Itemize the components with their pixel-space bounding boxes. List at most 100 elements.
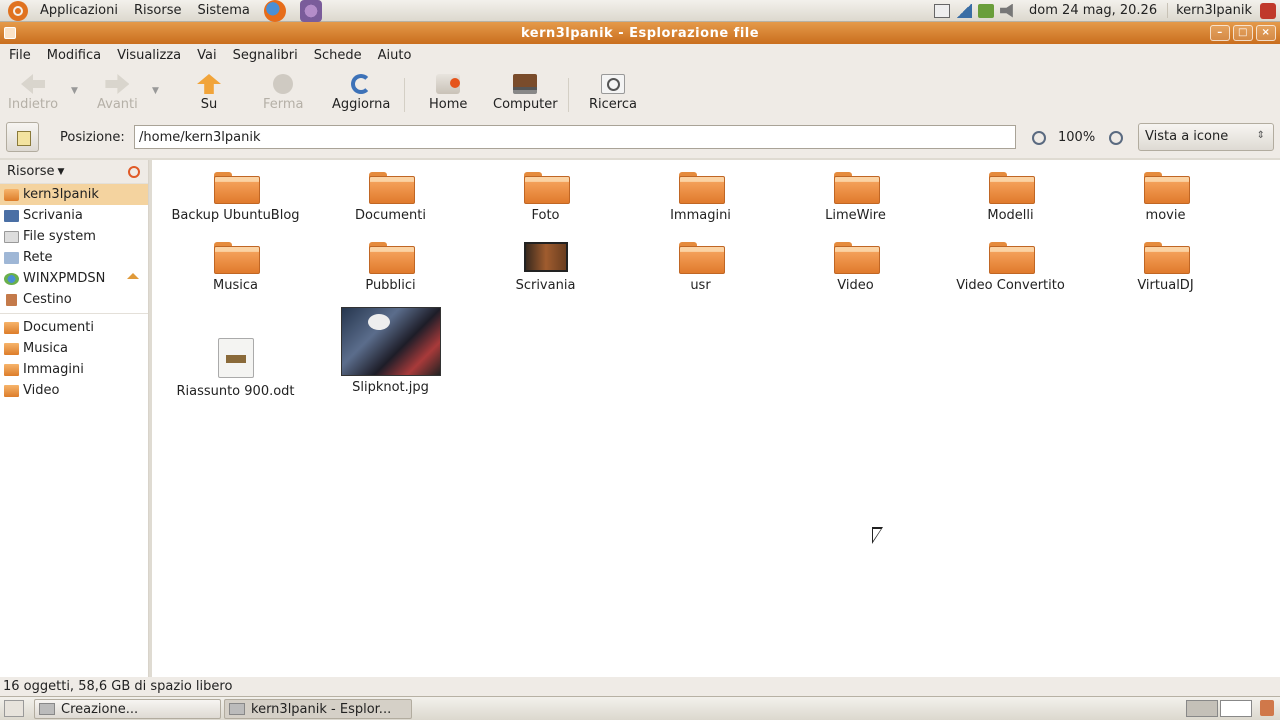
windows-drive-icon: [4, 272, 19, 285]
file-item[interactable]: Video: [778, 242, 933, 293]
file-item[interactable]: Scrivania: [468, 242, 623, 293]
file-item[interactable]: VirtualDJ: [1088, 242, 1243, 293]
eject-icon[interactable]: [127, 273, 139, 279]
sidebar: Risorse ▼ kern3lpanik Scrivania File sys…: [0, 160, 149, 677]
window-titlebar[interactable]: kern3lpanik - Esplorazione file – □ ×: [0, 22, 1280, 44]
mouse-cursor-icon: [872, 527, 883, 544]
menu-sistema[interactable]: Sistema: [189, 0, 257, 21]
forward-button[interactable]: Avanti: [97, 74, 138, 112]
forward-history-dropdown[interactable]: ▼: [152, 86, 159, 96]
stop-icon: [273, 74, 294, 94]
file-item[interactable]: Slipknot.jpg: [313, 307, 468, 395]
sidebar-separator: [0, 313, 148, 314]
location-edit-toggle-button[interactable]: [6, 122, 39, 152]
close-button[interactable]: ×: [1256, 25, 1276, 41]
menu-file[interactable]: File: [0, 48, 39, 63]
menu-risorse[interactable]: Risorse: [126, 0, 190, 21]
file-item[interactable]: Musica: [158, 242, 313, 293]
sidebar-item-label: File system: [23, 229, 96, 244]
file-label: VirtualDJ: [1137, 278, 1194, 293]
zoom-out-icon[interactable]: [1031, 130, 1047, 146]
menu-modifica[interactable]: Modifica: [39, 48, 109, 63]
maximize-button[interactable]: □: [1233, 25, 1253, 41]
location-input[interactable]: [134, 125, 1016, 149]
sidebar-header-label: Risorse: [7, 164, 55, 179]
zoom-level[interactable]: 100%: [1058, 130, 1095, 145]
home-button[interactable]: Home: [429, 74, 467, 112]
minimize-button[interactable]: –: [1210, 25, 1230, 41]
sidebar-close-icon[interactable]: [128, 166, 140, 178]
image-thumbnail: [340, 307, 441, 376]
stop-button[interactable]: Ferma: [263, 74, 304, 112]
menu-visualizza[interactable]: Visualizza: [109, 48, 189, 63]
menu-applicazioni[interactable]: Applicazioni: [32, 0, 126, 21]
computer-icon: [513, 74, 538, 94]
taskbar-item-creazione[interactable]: Creazione...: [34, 699, 221, 719]
folder-icon: [4, 363, 19, 376]
file-item[interactable]: Immagini: [623, 172, 778, 223]
update-manager-icon[interactable]: [978, 3, 995, 18]
file-icon-view[interactable]: Backup UbuntuBlog Documenti Foto Immagin…: [152, 160, 1280, 677]
file-label: Slipknot.jpg: [352, 380, 429, 395]
workspace-1[interactable]: [1186, 700, 1218, 717]
up-button[interactable]: Su: [197, 74, 221, 112]
network-icon: [4, 251, 19, 264]
file-item[interactable]: Documenti: [313, 172, 468, 223]
file-item[interactable]: Video Convertito: [933, 242, 1088, 293]
show-desktop-button[interactable]: [4, 700, 24, 717]
menu-aiuto[interactable]: Aiuto: [370, 48, 420, 63]
file-item[interactable]: LimeWire: [778, 172, 933, 223]
bottom-panel: Creazione... kern3lpanik - Esplor...: [0, 696, 1280, 720]
taskbar-item-file-browser[interactable]: kern3lpanik - Esplor...: [224, 699, 412, 719]
workspace-2[interactable]: [1220, 700, 1252, 717]
sidebar-item-winxpmdsn[interactable]: WINXPMDSN: [0, 268, 148, 289]
sidebar-item-filesystem[interactable]: File system: [0, 226, 148, 247]
file-item[interactable]: Foto: [468, 172, 623, 223]
ubuntu-logo-icon[interactable]: [8, 0, 28, 21]
sidebar-bookmark-documenti[interactable]: Documenti: [0, 317, 148, 338]
sidebar-item-scrivania[interactable]: Scrivania: [0, 205, 148, 226]
menu-segnalibri[interactable]: Segnalibri: [225, 48, 306, 63]
sidebar-bookmark-video[interactable]: Video: [0, 380, 148, 401]
folder-icon: [4, 384, 19, 397]
zoom-in-icon[interactable]: [1108, 130, 1124, 146]
menu-vai[interactable]: Vai: [189, 48, 224, 63]
file-label: Immagini: [670, 208, 731, 223]
power-icon[interactable]: [1260, 2, 1276, 19]
menu-schede[interactable]: Schede: [306, 48, 370, 63]
computer-button[interactable]: Computer: [493, 74, 558, 112]
task-label: kern3lpanik - Esplor...: [251, 701, 392, 717]
file-item[interactable]: Pubblici: [313, 242, 468, 293]
back-history-dropdown[interactable]: ▼: [71, 86, 78, 96]
help-launcher-icon[interactable]: [299, 0, 322, 22]
sidebar-item-cestino[interactable]: Cestino: [0, 289, 148, 310]
firefox-launcher-icon[interactable]: [263, 0, 286, 22]
back-button[interactable]: Indietro: [8, 74, 58, 112]
sidebar-item-home[interactable]: kern3lpanik: [0, 184, 148, 205]
reload-button[interactable]: Aggiorna: [332, 74, 390, 112]
trash-applet-icon[interactable]: [1260, 700, 1274, 716]
window-menu-icon[interactable]: [4, 27, 16, 39]
computer-label: Computer: [493, 97, 558, 112]
back-label: Indietro: [8, 97, 59, 112]
file-item[interactable]: Riassunto 900.odt: [158, 338, 313, 399]
search-button[interactable]: Ricerca: [589, 74, 637, 112]
network-signal-icon[interactable]: [956, 3, 973, 18]
user-switcher[interactable]: kern3lpanik: [1167, 3, 1256, 18]
sidebar-bookmark-immagini[interactable]: Immagini: [0, 359, 148, 380]
file-item[interactable]: usr: [623, 242, 778, 293]
sidebar-bookmark-musica[interactable]: Musica: [0, 338, 148, 359]
sidebar-header[interactable]: Risorse ▼: [0, 160, 148, 184]
volume-icon[interactable]: [1000, 3, 1013, 18]
filesystem-icon: [4, 230, 19, 243]
view-mode-select[interactable]: Vista a icone ⇕: [1138, 123, 1274, 151]
toolbar: Indietro ▼ Avanti ▼ Su Ferma Aggiorna Ho…: [0, 66, 1280, 118]
file-item[interactable]: movie: [1088, 172, 1243, 223]
sidebar-item-rete[interactable]: Rete: [0, 247, 148, 268]
clock[interactable]: dom 24 mag, 20.26: [1019, 3, 1167, 18]
notification-icon[interactable]: [934, 3, 951, 18]
file-label: Pubblici: [365, 278, 416, 293]
file-item[interactable]: Modelli: [933, 172, 1088, 223]
file-item[interactable]: Backup UbuntuBlog: [158, 172, 313, 223]
folder-icon: [678, 172, 725, 204]
